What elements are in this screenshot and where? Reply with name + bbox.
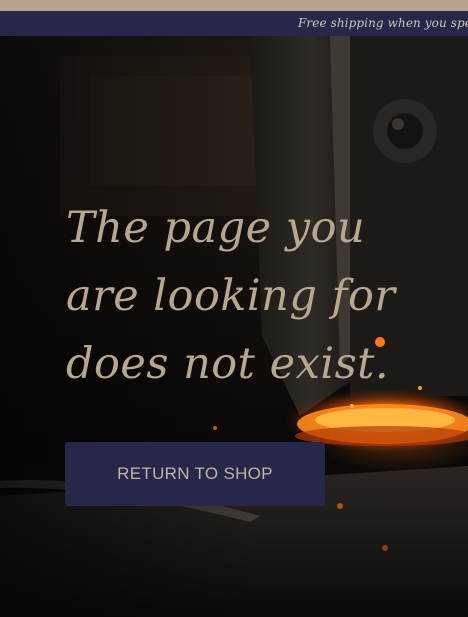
top-accent-strip	[0, 0, 468, 11]
announcement-bar: Free shipping when you spend o	[0, 11, 468, 36]
return-to-shop-button[interactable]: RETURN TO SHOP	[65, 442, 325, 506]
hero-section: The page you are looking for does not ex…	[0, 36, 468, 617]
page-not-found-headline: The page you are looking for does not ex…	[66, 203, 396, 389]
announcement-text: Free shipping when you spend o	[298, 16, 468, 30]
